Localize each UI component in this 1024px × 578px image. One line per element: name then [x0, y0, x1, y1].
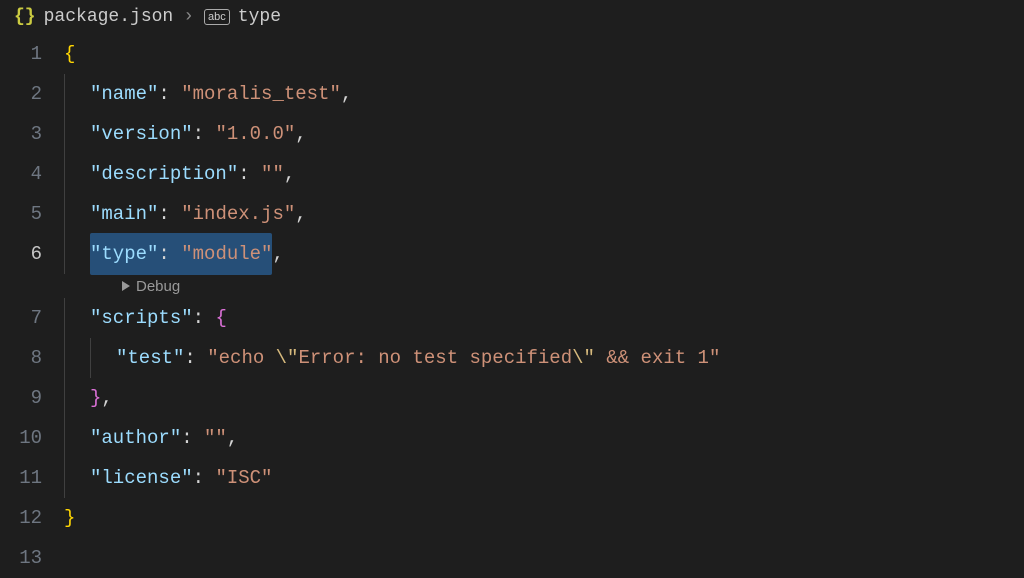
- token-key: "version": [90, 114, 193, 154]
- code-line[interactable]: 5"main": "index.js",: [0, 194, 1024, 234]
- line-number[interactable]: 10: [0, 418, 64, 458]
- code-line[interactable]: 3"version": "1.0.0",: [0, 114, 1024, 154]
- token-punc: :: [238, 154, 261, 194]
- token-key: "main": [90, 194, 158, 234]
- line-number[interactable]: 8: [0, 338, 64, 378]
- line-number[interactable]: 5: [0, 194, 64, 234]
- token-key: "type": [90, 243, 158, 265]
- code-line[interactable]: 7"scripts": {: [0, 298, 1024, 338]
- code-content[interactable]: "main": "index.js",: [64, 194, 307, 234]
- code-line[interactable]: 4"description": "",: [0, 154, 1024, 194]
- code-content[interactable]: "test": "echo \"Error: no test specified…: [64, 338, 720, 378]
- play-icon: [122, 281, 130, 291]
- token-key: "test": [116, 338, 184, 378]
- code-content[interactable]: "type": "module",: [64, 233, 284, 275]
- chevron-right-icon: ›: [183, 7, 194, 27]
- token-str: "1.0.0": [215, 114, 295, 154]
- token-punc: :: [193, 298, 216, 338]
- token-key: "license": [90, 458, 193, 498]
- token-esc: \": [572, 338, 595, 378]
- selection-highlight: "type": "module": [90, 233, 272, 275]
- token-str: && exit 1": [595, 338, 720, 378]
- token-punc: ,: [295, 114, 306, 154]
- code-content[interactable]: "version": "1.0.0",: [64, 114, 307, 154]
- line-number[interactable]: 2: [0, 74, 64, 114]
- token-punc: :: [184, 338, 207, 378]
- code-line[interactable]: 2"name": "moralis_test",: [0, 74, 1024, 114]
- token-str: "moralis_test": [181, 74, 341, 114]
- code-line[interactable]: 12}: [0, 498, 1024, 538]
- code-content[interactable]: }: [64, 498, 75, 538]
- breadcrumb-filename[interactable]: package.json: [44, 7, 174, 27]
- token-key: "scripts": [90, 298, 193, 338]
- token-key: "description": [90, 154, 238, 194]
- token-str: Error: no test specified: [298, 338, 572, 378]
- token-punc: :: [158, 194, 181, 234]
- code-content[interactable]: "scripts": {: [64, 298, 227, 338]
- breadcrumb[interactable]: {} package.json › abc type: [0, 0, 1024, 34]
- code-content[interactable]: "name": "moralis_test",: [64, 74, 352, 114]
- token-punc: ,: [284, 154, 295, 194]
- token-punc: :: [158, 243, 181, 265]
- line-number[interactable]: 4: [0, 154, 64, 194]
- codelens-label: Debug: [136, 278, 180, 295]
- code-line[interactable]: 6"type": "module",: [0, 234, 1024, 274]
- breadcrumb-symbol[interactable]: type: [238, 7, 281, 27]
- token-str: "": [204, 418, 227, 458]
- codelens-debug[interactable]: Debug: [122, 278, 180, 295]
- token-brace2: }: [90, 378, 101, 418]
- token-punc: ,: [341, 74, 352, 114]
- token-str: "": [261, 154, 284, 194]
- code-content[interactable]: },: [64, 378, 113, 418]
- token-esc: \": [276, 338, 299, 378]
- token-brace: }: [64, 498, 75, 538]
- code-line[interactable]: 13: [0, 538, 1024, 578]
- token-str: "ISC": [215, 458, 272, 498]
- string-symbol-icon: abc: [204, 9, 230, 25]
- code-line[interactable]: 1{: [0, 34, 1024, 74]
- code-content[interactable]: {: [64, 34, 75, 74]
- token-brace: {: [64, 34, 75, 74]
- line-number[interactable]: 7: [0, 298, 64, 338]
- code-line[interactable]: 9},: [0, 378, 1024, 418]
- code-line[interactable]: 8"test": "echo \"Error: no test specifie…: [0, 338, 1024, 378]
- token-key: "author": [90, 418, 181, 458]
- line-number[interactable]: 13: [0, 538, 64, 578]
- json-file-icon: {}: [14, 7, 36, 27]
- line-number[interactable]: 1: [0, 34, 64, 74]
- line-number[interactable]: 12: [0, 498, 64, 538]
- line-number[interactable]: 9: [0, 378, 64, 418]
- token-key: "name": [90, 74, 158, 114]
- line-number[interactable]: 3: [0, 114, 64, 154]
- code-content[interactable]: "license": "ISC": [64, 458, 272, 498]
- code-line[interactable]: 11"license": "ISC": [0, 458, 1024, 498]
- code-editor[interactable]: 1{2"name": "moralis_test",3"version": "1…: [0, 34, 1024, 578]
- token-punc: :: [181, 418, 204, 458]
- code-content[interactable]: "description": "",: [64, 154, 295, 194]
- token-punc: ,: [295, 194, 306, 234]
- code-line[interactable]: 10"author": "",: [0, 418, 1024, 458]
- code-content[interactable]: "author": "",: [64, 418, 238, 458]
- line-number[interactable]: 6: [0, 234, 64, 274]
- token-brace2: {: [215, 298, 226, 338]
- token-punc: ,: [101, 378, 112, 418]
- token-str: "module": [181, 243, 272, 265]
- token-punc: :: [193, 458, 216, 498]
- token-punc: ,: [272, 234, 283, 274]
- token-str: "echo: [207, 338, 275, 378]
- token-punc: :: [193, 114, 216, 154]
- token-punc: :: [158, 74, 181, 114]
- line-number[interactable]: 11: [0, 458, 64, 498]
- token-str: "index.js": [181, 194, 295, 234]
- token-punc: ,: [227, 418, 238, 458]
